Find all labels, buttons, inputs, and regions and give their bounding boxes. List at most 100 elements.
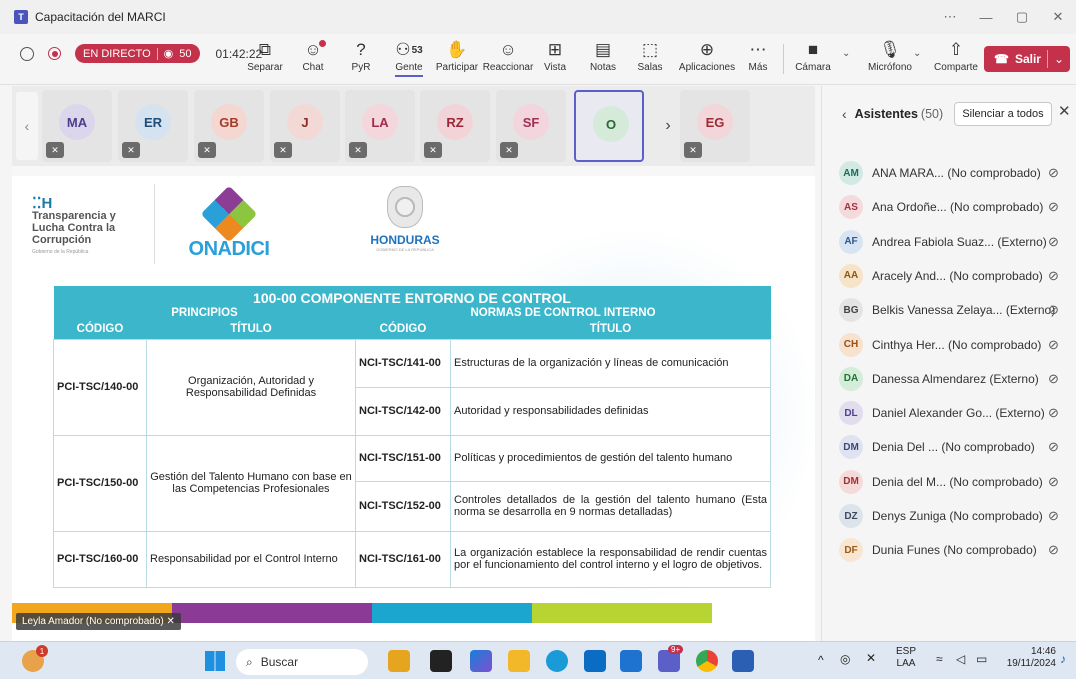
attendee-name: Andrea Fabiola Suaz... (Externo) [872,234,1047,249]
participant-tile[interactable]: LA ✕ [345,90,415,162]
participant-tile[interactable]: J ✕ [270,90,340,162]
participant-tile[interactable]: MA ✕ [42,90,112,162]
people-button[interactable]: ⚇ 53 Gente [384,38,434,77]
react-button[interactable]: ☺ Reaccionar [483,38,534,73]
attendee-row[interactable]: DM Denia Del ... (No comprobado) ⊘ [822,430,1076,464]
mic-button[interactable]: 🎙 Micrófono [860,38,920,73]
attendee-row[interactable]: DL Daniel Alexander Go... (Externo) ⊘ [822,396,1076,430]
mic-off-icon: ⊘ [1048,199,1059,215]
leave-options-chevron-icon[interactable]: ⌄ [1054,52,1064,66]
mic-off-icon: ✕ [122,142,140,158]
live-label: EN DIRECTO [83,47,151,60]
file-explorer-icon[interactable] [508,650,530,672]
outlook-icon[interactable] [620,650,642,672]
attendee-name: Daniel Alexander Go... (Externo) [872,406,1045,421]
avatar: MA [59,104,95,140]
attendee-count: (50) [920,107,944,121]
briefcase-app-icon[interactable] [388,650,410,672]
camera-options-chevron-icon[interactable]: ⌄ [842,48,850,59]
language-indicator[interactable]: ESP LAA [896,646,916,670]
edge-icon[interactable] [546,650,568,672]
norm-code: NCI-TSC/141-00 [355,338,451,388]
avatar: DF [839,538,863,563]
attendee-row[interactable]: AM ANA MARA... (No comprobado) ⊘ [822,156,1076,190]
task-view-icon[interactable] [430,650,452,672]
mute-all-button[interactable]: Silenciar a todos [954,102,1052,126]
notes-button[interactable]: ▤ Notas [578,38,628,73]
principle-title: Organización, Autoridad y Responsabilida… [146,338,356,436]
chat-button[interactable]: ☺ Chat [288,38,338,73]
taskbar-search[interactable]: ⌕ Buscar [236,649,368,675]
minimize-button[interactable]: — [968,0,1004,34]
mic-off-icon: ✕ [349,142,367,158]
word-icon[interactable] [732,650,754,672]
col-title-2: TÍTULO [450,319,771,339]
table-title: 100-00 COMPONENTE ENTORNO DE CONTROL [53,286,771,307]
attendee-row[interactable]: AS Ana Ordoñe... (No comprobado) ⊘ [822,190,1076,224]
wifi-icon[interactable]: ≈ [936,653,943,665]
maximize-button[interactable]: ▢ [1004,0,1040,34]
norm-code: NCI-TSC/142-00 [355,386,451,436]
strip-prev-chevron-icon[interactable]: ‹ [16,92,38,160]
more-button[interactable]: ⋯ Más [733,38,783,73]
close-panel-icon[interactable]: ✕ [1058,102,1071,120]
share-button[interactable]: ⇧ Comparte [928,38,984,73]
windows-start-icon[interactable] [205,651,225,671]
attendee-row[interactable]: DF Dunia Funes (No comprobado) ⊘ [822,533,1076,567]
back-chevron-icon[interactable]: ‹ [842,106,847,122]
qa-button[interactable]: ? PyR [336,38,386,73]
live-badge[interactable]: EN DIRECTO ◉ 50 [75,44,200,63]
mic-off-icon: ⊘ [1048,542,1059,558]
copilot-icon[interactable] [470,650,492,672]
notes-icon: ▤ [594,40,612,59]
apps-button[interactable]: ⊕ Aplicaciones [676,38,738,73]
avatar: J [287,104,323,140]
smiley-icon: ☺ [499,40,517,59]
attendee-row[interactable]: AA Aracely And... (No comprobado) ⊘ [822,259,1076,293]
participant-tile[interactable]: GB ✕ [194,90,264,162]
principle-title: Gestión del Talento Humano con base en l… [146,434,356,532]
strip-next-chevron-icon[interactable]: › [657,92,679,160]
leave-button[interactable]: ☎ Salir ⌄ [984,46,1070,72]
attendee-name: Denia Del ... (No comprobado) [872,440,1035,455]
avatar: EG [697,104,733,140]
pop-out-button[interactable]: ⧉ Separar [240,38,290,73]
participant-tile[interactable]: EG ✕ [680,90,750,162]
attendee-name: Cinthya Her... (No comprobado) [872,337,1042,352]
shield-icon[interactable] [20,46,34,61]
participant-tile[interactable]: RZ ✕ [420,90,490,162]
close-window-button[interactable]: ✕ [1040,0,1076,34]
attendee-row[interactable]: AF Andrea Fabiola Suaz... (Externo) ⊘ [822,225,1076,259]
battery-icon[interactable]: ▭ [976,653,987,665]
avatar: AM [839,161,863,185]
raise-hand-button[interactable]: ✋ Participar [432,38,482,73]
mic-off-icon: ✕ [274,142,292,158]
mic-options-chevron-icon[interactable]: ⌄ [913,48,921,59]
mic-off-icon: ⊘ [1048,233,1059,249]
camera-button[interactable]: ■ Cámara [788,38,838,73]
view-button[interactable]: ⊞ Vista [530,38,580,73]
participant-tile[interactable]: SF ✕ [496,90,566,162]
tray-chevron-icon[interactable]: ^ [818,654,824,666]
volume-icon[interactable]: ◁ [956,653,965,665]
rooms-button[interactable]: ⬚ Salas [625,38,675,73]
clock[interactable]: 14:46 19/11/2024 [1000,646,1056,670]
participant-tile[interactable]: ER ✕ [118,90,188,162]
teams-app-icon: T [14,10,28,24]
attendee-row[interactable]: BG Belkis Vanessa Zelaya... (Externo) ⊘ [822,293,1076,327]
avatar: DZ [839,504,863,528]
more-options-icon[interactable]: ⋯ [932,0,968,34]
mic-off-icon: ⊘ [1048,267,1059,283]
attendee-row[interactable]: DM Denia del M... (No comprobado) ⊘ [822,465,1076,499]
attendee-row[interactable]: DA Danessa Almendarez (Externo) ⊘ [822,362,1076,396]
chrome-icon[interactable] [696,650,718,672]
store-icon[interactable] [584,650,606,672]
hand-icon: ✋ [446,40,468,59]
meet-now-icon[interactable]: ◎ [840,653,850,665]
qa-icon: ? [356,40,366,59]
mic-off-tray-icon[interactable]: ✕ [866,652,876,664]
notification-bell-icon[interactable]: ♪ [1060,653,1066,665]
attendee-row[interactable]: CH Cinthya Her... (No comprobado) ⊘ [822,328,1076,362]
participant-tile[interactable]: O [574,90,644,162]
attendee-row[interactable]: DZ Denys Zuniga (No comprobado) ⊘ [822,499,1076,533]
